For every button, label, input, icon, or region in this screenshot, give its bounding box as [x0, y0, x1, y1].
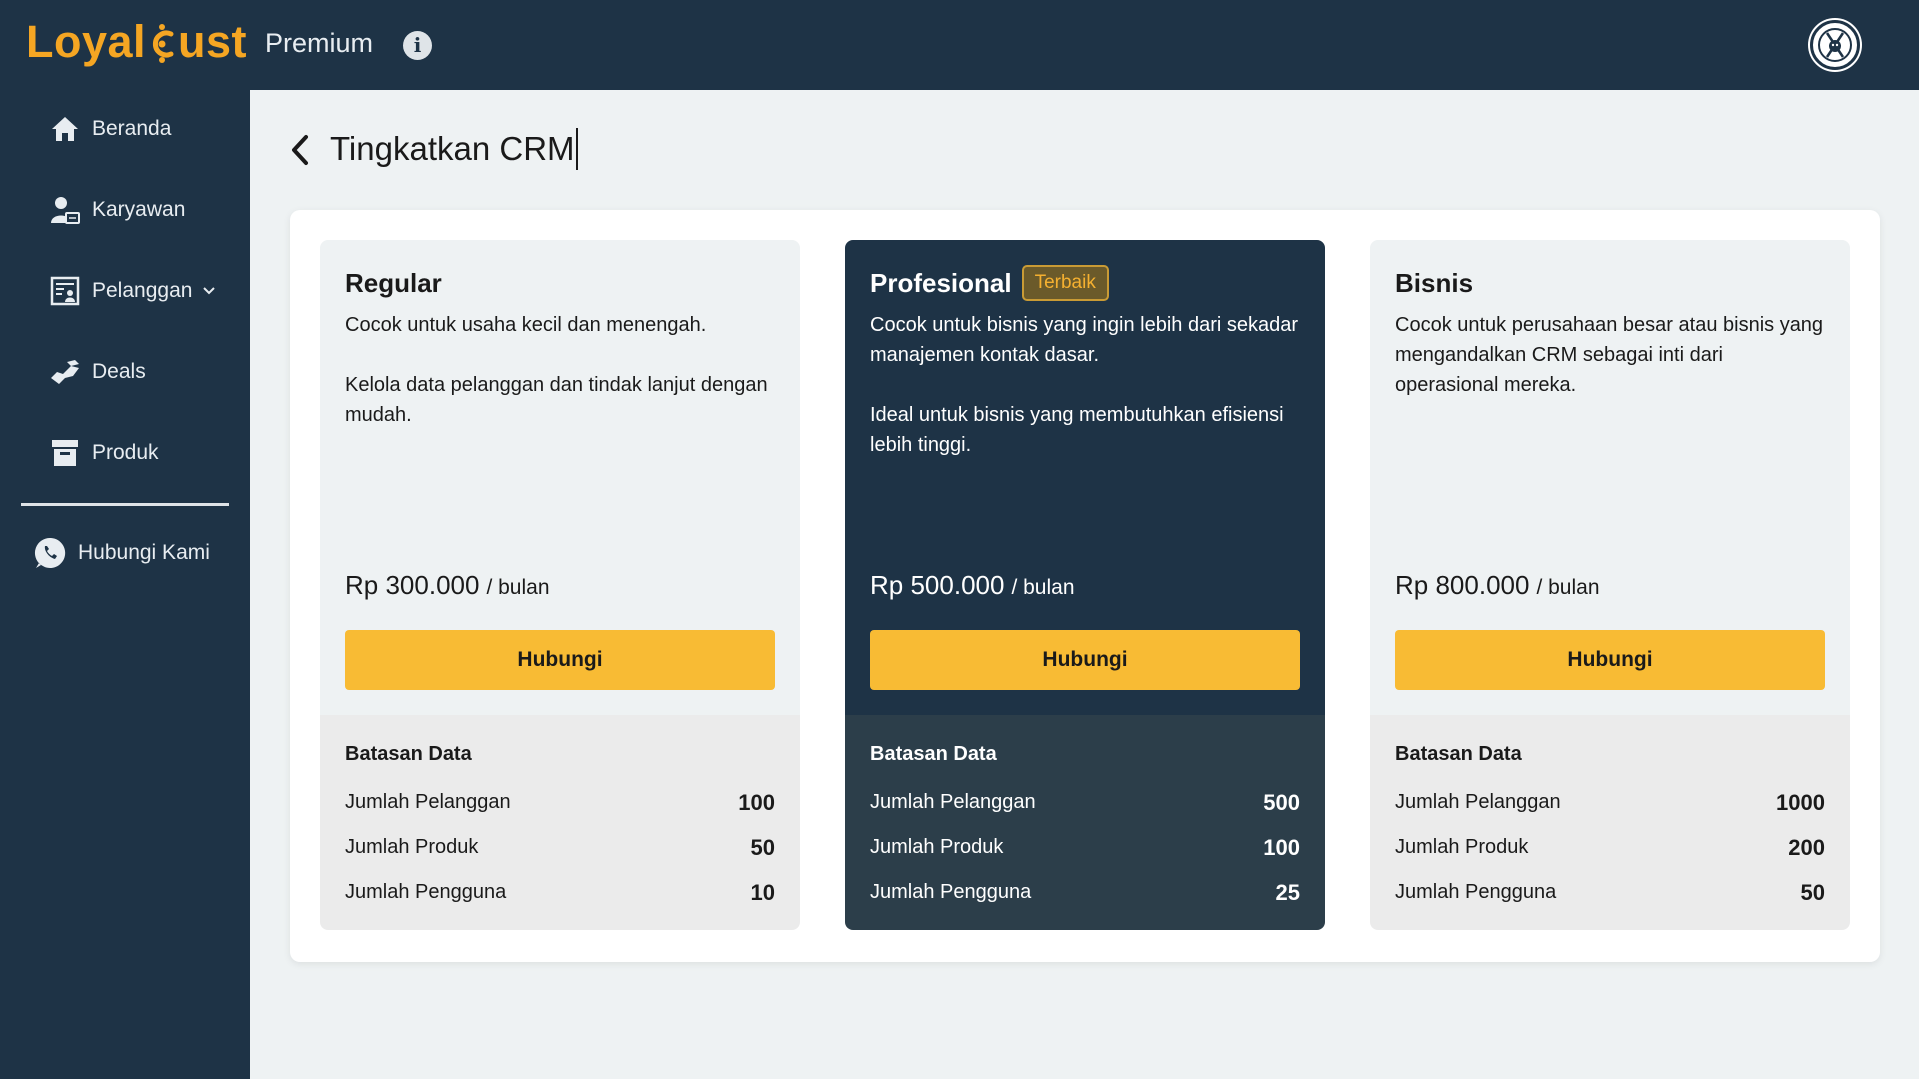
limit-row: Jumlah Pelanggan 100: [345, 780, 775, 825]
limit-value: 25: [1275, 879, 1300, 905]
plan-price: Rp 800.000 / bulan: [1395, 570, 1600, 601]
plan-description: Cocok untuk perusahaan besar atau bisnis…: [1395, 314, 1824, 396]
price-amount: Rp 800.000: [1395, 570, 1530, 600]
plan-limits: Batasan Data Jumlah Pelanggan 100 Jumlah …: [320, 715, 800, 930]
plan-limits: Batasan Data Jumlah Pelanggan 500 Jumlah …: [845, 715, 1325, 930]
limit-row: Jumlah Produk 100: [870, 825, 1300, 870]
plan-name-text: Bisnis: [1395, 267, 1474, 298]
best-badge: Terbaik: [1021, 265, 1109, 301]
plan-description: Cocok untuk usaha kecil dan menengah. Ke…: [345, 314, 768, 426]
limit-value: 500: [1263, 789, 1300, 815]
limit-row: Jumlah Pelanggan 500: [870, 780, 1300, 825]
limit-label: Jumlah Pelanggan: [1395, 791, 1561, 813]
limit-value: 1000: [1776, 789, 1825, 815]
page-title: Tingkatkan CRM: [330, 128, 578, 170]
price-period: / bulan: [486, 576, 550, 599]
limit-value: 10: [750, 879, 775, 905]
period-text: bulan: [1548, 576, 1600, 599]
plan-card-header: Bisnis Cocok untuk perusahaan besar atau…: [1370, 240, 1850, 715]
sidebar-item-label: Deals: [92, 360, 146, 383]
limits-title: Batasan Data: [345, 743, 472, 765]
plan-price: Rp 300.000 / bulan: [345, 570, 550, 601]
plan-name: Bisnis: [1395, 264, 1825, 302]
info-icon[interactable]: i: [403, 31, 432, 60]
chevron-down-icon: [202, 283, 216, 299]
sidebar-divider: [21, 503, 229, 506]
logo-text-part-1: Loyal: [26, 16, 147, 67]
user-avatar[interactable]: [1810, 20, 1860, 70]
limit-label: Jumlah Pelanggan: [870, 791, 1036, 813]
app-logo[interactable]: Loyal ust: [26, 16, 247, 68]
plan-card-bisnis: Bisnis Cocok untuk perusahaan besar atau…: [1370, 240, 1850, 930]
limit-label: Jumlah Pengguna: [345, 881, 507, 903]
limit-value: 200: [1788, 834, 1825, 860]
limit-value: 50: [1800, 879, 1825, 905]
back-button[interactable]: [285, 130, 315, 170]
plan-price: Rp 500.000 / bulan: [870, 570, 1075, 601]
contact-button[interactable]: Hubungi: [345, 630, 775, 690]
plan-card-profesional: Profesional Terbaik Cocok untuk bisnis y…: [845, 240, 1325, 930]
limit-value: 100: [1263, 834, 1300, 860]
limit-row: Jumlah Pengguna 25: [870, 870, 1300, 915]
sidebar-item-label: Hubungi Kami: [78, 541, 210, 564]
sidebar-item-label: Karyawan: [92, 198, 186, 221]
sidebar-item-produk[interactable]: Produk: [48, 436, 159, 470]
price-period: / bulan: [1011, 576, 1075, 599]
limit-row: Jumlah Produk 200: [1395, 825, 1825, 870]
customer-card-icon: [48, 274, 82, 308]
limit-row: Jumlah Pengguna 50: [1395, 870, 1825, 915]
current-plan-label: Premium: [265, 28, 374, 58]
sidebar-item-label: Beranda: [92, 117, 172, 140]
price-period: / bulan: [1536, 576, 1600, 599]
sidebar-item-label: Produk: [92, 441, 159, 464]
plan-name: Profesional Terbaik: [870, 264, 1300, 302]
chevron-left-icon: [292, 135, 308, 165]
plan-name-text: Profesional: [870, 267, 1012, 298]
plan-card-regular: Regular Cocok untuk usaha kecil dan mene…: [320, 240, 800, 930]
limit-label: Jumlah Pelanggan: [345, 791, 511, 813]
sidebar-item-pelanggan[interactable]: Pelanggan: [48, 274, 216, 308]
sidebar-item-label: Pelanggan: [92, 279, 193, 302]
home-icon: [48, 112, 82, 146]
avatar-icon: [1818, 28, 1852, 62]
sidebar-item-beranda[interactable]: Beranda: [48, 112, 171, 146]
limit-label: Jumlah Pengguna: [1395, 881, 1557, 903]
limit-row: Jumlah Pengguna 10: [345, 870, 775, 915]
sidebar-item-hubungi-kami[interactable]: Hubungi Kami: [34, 536, 210, 570]
pricing-panel: Regular Cocok untuk usaha kecil dan mene…: [290, 210, 1880, 962]
main-content: Tingkatkan CRM Regular Cocok untuk usaha…: [250, 90, 1919, 1079]
archive-box-icon: [48, 436, 82, 470]
plan-name-text: Regular: [345, 267, 442, 298]
handshake-icon: [48, 355, 82, 389]
limit-label: Jumlah Produk: [345, 836, 479, 858]
limit-row: Jumlah Produk 50: [345, 825, 775, 870]
period-text: bulan: [498, 576, 550, 599]
contact-button[interactable]: Hubungi: [870, 630, 1300, 690]
period-text: bulan: [1023, 576, 1075, 599]
plan-name: Regular: [345, 264, 775, 302]
price-amount: Rp 500.000: [870, 570, 1005, 600]
limit-label: Jumlah Produk: [1395, 836, 1529, 858]
logo-text-part-2: ust: [178, 16, 248, 67]
sidebar-item-karyawan[interactable]: Karyawan: [48, 193, 185, 227]
limit-label: Jumlah Pengguna: [870, 881, 1032, 903]
limits-title: Batasan Data: [1395, 743, 1522, 765]
limit-label: Jumlah Produk: [870, 836, 1004, 858]
employee-icon: [48, 193, 82, 227]
limits-title: Batasan Data: [870, 743, 997, 765]
top-bar: Loyal ust Premium i: [0, 0, 1919, 90]
limit-value: 100: [738, 789, 775, 815]
limit-row: Jumlah Pelanggan 1000: [1395, 780, 1825, 825]
limit-value: 50: [750, 834, 775, 860]
logo-mark-icon: [147, 22, 177, 63]
plan-card-header: Regular Cocok untuk usaha kecil dan mene…: [320, 240, 800, 715]
contact-button[interactable]: Hubungi: [1395, 630, 1825, 690]
plan-card-header: Profesional Terbaik Cocok untuk bisnis y…: [845, 240, 1325, 715]
sidebar-item-deals[interactable]: Deals: [48, 355, 146, 389]
whatsapp-icon: [34, 536, 68, 570]
plan-description: Cocok untuk bisnis yang ingin lebih dari…: [870, 314, 1299, 456]
sidebar: Beranda Karyawan Pelanggan Deals Produk …: [0, 90, 250, 1079]
plan-limits: Batasan Data Jumlah Pelanggan 1000 Jumlah…: [1370, 715, 1850, 930]
price-amount: Rp 300.000: [345, 570, 480, 600]
